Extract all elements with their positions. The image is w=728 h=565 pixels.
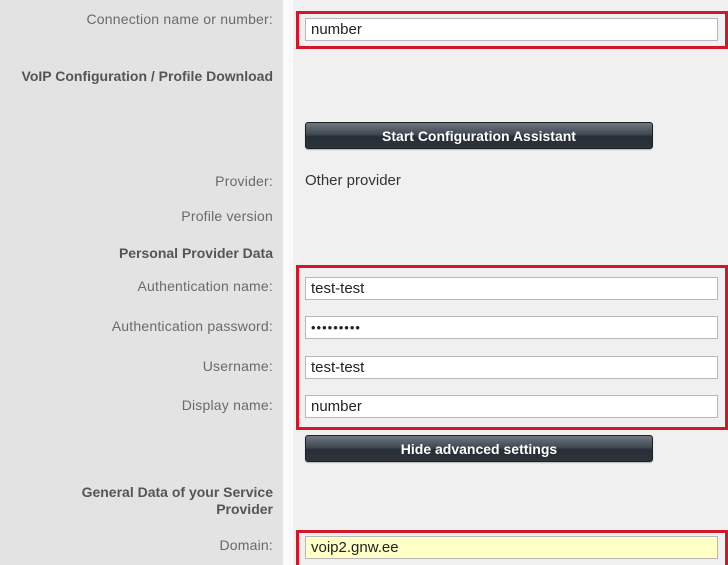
- username-label: Username:: [202, 358, 273, 374]
- provider-value: Other provider: [305, 172, 401, 189]
- voip-configuration-heading: VoIP Configuration / Profile Download: [21, 68, 273, 84]
- personal-data-highlight-box: [296, 265, 728, 430]
- profile-version-label: Profile version: [181, 208, 273, 224]
- column-separator: [283, 0, 293, 565]
- authentication-password-label: Authentication password:: [111, 318, 273, 334]
- authentication-name-label: Authentication name:: [137, 278, 273, 294]
- personal-provider-data-heading: Personal Provider Data: [118, 245, 273, 261]
- connection-name-label: Connection name or number:: [86, 11, 273, 27]
- connection-highlight-box: [296, 11, 728, 49]
- hide-advanced-settings-button[interactable]: Hide advanced settings: [305, 435, 653, 462]
- domain-highlight-box: [296, 530, 728, 565]
- display-name-label: Display name:: [181, 397, 273, 413]
- provider-label: Provider:: [215, 173, 273, 189]
- start-configuration-assistant-button[interactable]: Start Configuration Assistant: [305, 122, 653, 149]
- general-data-heading: General Data of your Service Provider: [81, 484, 273, 517]
- domain-label: Domain:: [219, 537, 273, 553]
